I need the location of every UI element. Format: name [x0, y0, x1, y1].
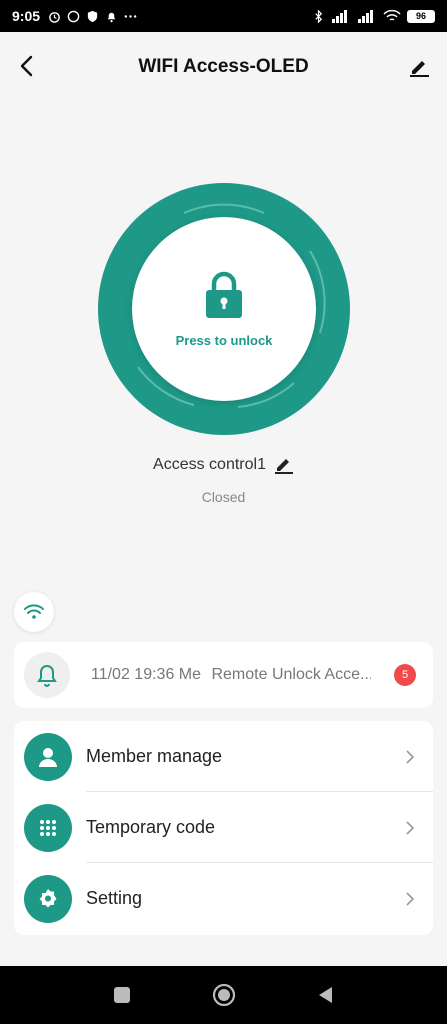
- bell-icon: [37, 665, 57, 687]
- keypad-icon: [24, 803, 72, 852]
- signal-icon: [332, 9, 347, 23]
- device-name: Access control1: [153, 456, 266, 473]
- menu-item-temporary-code[interactable]: Temporary code: [14, 792, 433, 863]
- device-status: Closed: [201, 489, 246, 505]
- page-title: WIFI Access-OLED: [138, 56, 309, 77]
- bluetooth-icon: [315, 9, 323, 23]
- chevron-right-icon: [406, 821, 415, 835]
- more-dots-icon: [124, 14, 137, 18]
- device-name-row: Access control1: [0, 455, 447, 475]
- wifi-icon: [24, 604, 44, 619]
- bell-button: [24, 652, 70, 698]
- padlock-icon: [206, 271, 242, 318]
- notification-bell-icon: [107, 12, 116, 22]
- triangle-back-icon[interactable]: [316, 985, 336, 1005]
- unlock-center[interactable]: Press to unlock: [132, 217, 316, 401]
- back-arrow-icon[interactable]: [14, 52, 42, 80]
- circle-home-icon[interactable]: [212, 983, 236, 1007]
- wifi-icon: [383, 9, 401, 21]
- wifi-status-button[interactable]: [14, 592, 54, 632]
- unread-badge: 5: [394, 664, 416, 686]
- log-message: Remote Unlock Acce...: [211, 666, 371, 683]
- system-nav-bar: [0, 966, 447, 1024]
- log-timestamp: 11/02 19:36 Me: [91, 666, 202, 683]
- menu-item-member-manage[interactable]: Member manage: [14, 721, 433, 792]
- chevron-right-icon: [406, 892, 415, 906]
- person-icon: [24, 732, 72, 781]
- menu-label: Setting: [86, 888, 143, 908]
- gear-icon: [24, 874, 72, 923]
- press-to-unlock-label: Press to unlock: [175, 332, 273, 348]
- edit-name-icon[interactable]: [274, 455, 294, 475]
- signal-icon: [358, 9, 373, 23]
- menu-label: Temporary code: [86, 817, 216, 837]
- unlock-log-card[interactable]: 11/02 19:36 Me Remote Unlock Acce... 5: [14, 642, 433, 708]
- square-recents-icon[interactable]: [112, 985, 132, 1005]
- status-bar: 9:05 96: [0, 0, 447, 32]
- edit-icon[interactable]: [405, 52, 433, 80]
- battery-icon: 96: [407, 9, 435, 23]
- menu-item-setting[interactable]: Setting: [14, 863, 433, 934]
- menu-label: Member manage: [86, 746, 223, 766]
- shield-icon: [87, 10, 98, 22]
- chevron-right-icon: [406, 750, 415, 764]
- unlock-button[interactable]: Press to unlock: [98, 183, 350, 435]
- alarm-icon: [49, 11, 60, 23]
- latest-log-text: 11/02 19:36 Me Remote Unlock Acce...: [91, 666, 371, 684]
- app-header: WIFI Access-OLED: [0, 32, 447, 102]
- whatsapp-icon: [67, 10, 80, 22]
- status-time: 9:05: [12, 8, 41, 24]
- menu-card: Member manage Temporary code Setting: [14, 721, 433, 935]
